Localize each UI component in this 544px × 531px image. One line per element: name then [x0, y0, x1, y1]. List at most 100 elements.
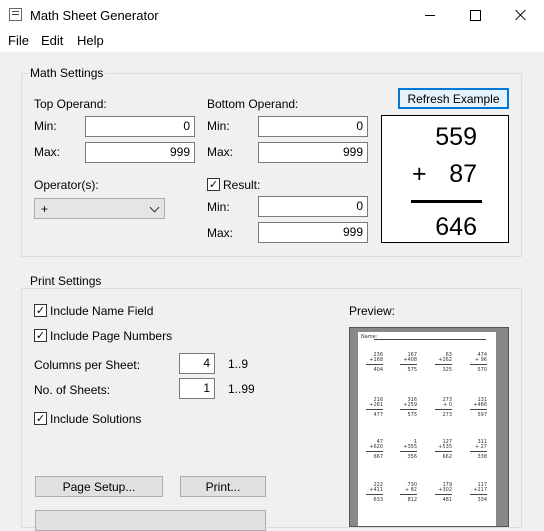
preview-problem-rule: [470, 451, 487, 452]
result-max-label: Max:: [207, 226, 234, 240]
include-name-field-checkbox[interactable]: ✓: [34, 304, 47, 317]
preview-problem-rule: [366, 494, 383, 495]
top-max-input[interactable]: 999: [85, 142, 195, 163]
include-solutions-checkbox[interactable]: ✓: [34, 412, 47, 425]
result-min-input[interactable]: 0: [258, 196, 368, 217]
check-icon: ✓: [35, 329, 46, 342]
preview-problem: 167 +408 575: [400, 353, 417, 373]
preview-problem: 316 +259 575: [400, 398, 417, 418]
preview-problem-rule: [470, 494, 487, 495]
preview-problem-answer: 575: [407, 412, 417, 418]
page-setup-button[interactable]: Page Setup...: [35, 476, 163, 497]
preview-problem-operand: +408: [403, 357, 417, 363]
preview-problem: 117 +217 334: [470, 483, 487, 503]
result-checkbox[interactable]: ✓: [207, 178, 220, 191]
app-icon: [9, 8, 22, 21]
preview-problem-operand: +302: [438, 487, 452, 493]
preview-sheet: Name: 236 +168 404 167 +408 575 63 +262 325 474 + …: [358, 332, 496, 526]
example-top-operand: 559: [435, 123, 477, 151]
preview-name-line: [374, 339, 486, 340]
example-sum-line: [411, 200, 482, 203]
preview-problem-operand: +535: [438, 444, 452, 450]
operator-select[interactable]: +: [34, 198, 165, 219]
window-title: Math Sheet Generator: [30, 8, 159, 23]
preview-problem: 63 +262 325: [435, 353, 452, 373]
preview-problem: 236 +168 404: [366, 353, 383, 373]
preview-problem-operand: +411: [369, 487, 383, 493]
preview-problem-answer: 662: [442, 454, 452, 460]
sheets-label: No. of Sheets:: [34, 383, 111, 397]
preview-problem-rule: [366, 364, 383, 365]
preview-problem: 730 + 82 812: [400, 483, 417, 503]
preview-problem-operand: + 96: [474, 357, 487, 363]
preview-problem-operand: + 82: [404, 487, 417, 493]
preview-problem-answer: 477: [373, 412, 383, 418]
result-min-label: Min:: [207, 200, 230, 214]
operators-label: Operator(s):: [34, 178, 99, 192]
preview-problem-operand: +168: [369, 357, 383, 363]
preview-problem-operand: +466: [473, 402, 487, 408]
top-min-input[interactable]: 0: [85, 116, 195, 137]
top-min-label: Min:: [34, 119, 57, 133]
preview-problem-operand: +259: [403, 402, 417, 408]
chevron-down-icon: [149, 202, 160, 213]
preview-problem-rule: [400, 451, 417, 452]
preview-problem-rule: [470, 409, 487, 410]
include-solutions-label: Include Solutions: [50, 412, 142, 426]
print-button[interactable]: Print...: [180, 476, 266, 497]
bottom-operand-label: Bottom Operand:: [207, 97, 299, 111]
minimize-icon: [425, 14, 435, 16]
preview-problem-operand: +620: [369, 444, 383, 450]
preview-label: Preview:: [349, 304, 396, 318]
top-max-label: Max:: [34, 145, 61, 159]
preview-problem: 179 +302 481: [435, 483, 452, 503]
bottom-max-input[interactable]: 999: [258, 142, 368, 163]
math-settings-title: Math Settings: [28, 66, 106, 80]
close-icon: [515, 9, 527, 21]
refresh-example-button[interactable]: Refresh Example: [398, 88, 509, 109]
example-bottom-operand: 87: [449, 160, 477, 188]
top-operand-label: Top Operand:: [34, 97, 107, 111]
preview-problem-operand: +262: [438, 357, 452, 363]
menu-edit[interactable]: Edit: [41, 33, 63, 48]
preview-problem-rule: [400, 409, 417, 410]
bottom-min-input[interactable]: 0: [258, 116, 368, 137]
preview-problem-answer: 356: [407, 454, 417, 460]
preview-problem-answer: 570: [477, 367, 487, 373]
include-name-field-label: Include Name Field: [50, 304, 154, 318]
preview-problem-operand: +355: [403, 444, 417, 450]
menu-help[interactable]: Help: [77, 33, 104, 48]
preview-problem-answer: 597: [477, 412, 487, 418]
preview-problem-answer: 334: [477, 497, 487, 503]
include-page-numbers-checkbox[interactable]: ✓: [34, 329, 47, 342]
maximize-button[interactable]: [452, 0, 498, 30]
close-button[interactable]: [498, 0, 544, 30]
preview-problem-answer: 338: [477, 454, 487, 460]
preview-problem-rule: [435, 494, 452, 495]
check-icon: ✓: [208, 178, 219, 191]
columns-range-hint: 1..9: [228, 357, 249, 371]
preview-problem-rule: [400, 364, 417, 365]
preview-problem-answer: 812: [407, 497, 417, 503]
preview-problem: 222 +411 633: [366, 483, 383, 503]
columns-per-sheet-label: Columns per Sheet:: [34, 358, 141, 372]
preview-problem: 1 +355 356: [400, 440, 417, 460]
columns-per-sheet-input[interactable]: 4: [179, 353, 215, 374]
example-operator: +: [412, 160, 427, 188]
menu-file[interactable]: File: [8, 33, 29, 48]
minimize-button[interactable]: [407, 0, 453, 30]
preview-problem-answer: 273: [442, 412, 452, 418]
preview-problem: 47 +620 667: [366, 440, 383, 460]
check-icon: ✓: [35, 412, 46, 425]
example-problem: 559 + 87 646: [381, 115, 509, 243]
preview-problem-rule: [400, 494, 417, 495]
preview-problem-rule: [435, 409, 452, 410]
preview-problem-operand: +217: [473, 487, 487, 493]
preview-problem-rule: [366, 451, 383, 452]
preview-problem: 474 + 96 570: [470, 353, 487, 373]
sheets-input[interactable]: 1: [179, 378, 215, 399]
result-max-input[interactable]: 999: [258, 222, 368, 243]
save-sheet-button[interactable]: [35, 510, 266, 531]
preview-problem-answer: 667: [373, 454, 383, 460]
preview-problem: 311 + 27 338: [470, 440, 487, 460]
